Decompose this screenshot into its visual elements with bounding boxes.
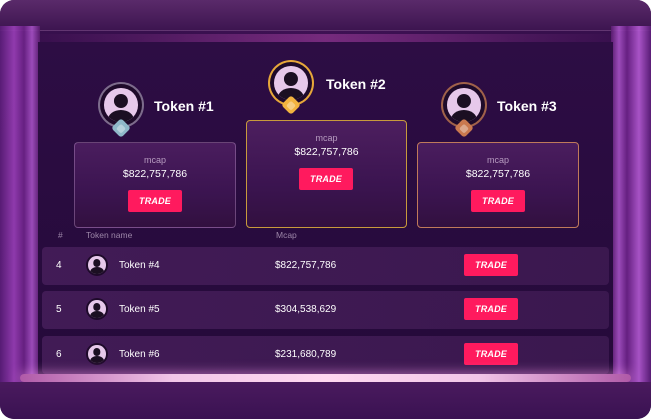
mcap-value: $822,757,786 — [465, 168, 531, 180]
trade-button[interactable]: TRADE — [464, 343, 518, 365]
trade-button[interactable]: TRADE — [299, 168, 353, 190]
podium-card-2: mcap $822,757,786 TRADE — [246, 120, 407, 228]
trade-button[interactable]: TRADE — [471, 190, 525, 212]
column-header-mcap: Mcap — [276, 230, 297, 240]
curtain-left — [0, 26, 40, 396]
row-token-name: Token #6 — [119, 349, 160, 360]
table-row[interactable]: 4 Token #4 $822,757,786 TRADE — [42, 247, 609, 285]
avatar — [86, 343, 108, 365]
user-silhouette-icon — [88, 345, 106, 363]
row-rank: 6 — [56, 349, 62, 360]
token-title: Token #2 — [326, 76, 386, 92]
user-silhouette-icon — [88, 256, 106, 274]
row-rank: 4 — [56, 260, 62, 271]
mcap-value: $822,757,786 — [122, 168, 188, 180]
user-silhouette-icon — [274, 66, 308, 100]
column-header-token-name: Token name — [86, 230, 133, 240]
row-token-name: Token #5 — [119, 304, 160, 315]
row-rank: 5 — [56, 304, 62, 315]
top-bar — [0, 0, 651, 31]
column-header-rank: # — [58, 230, 63, 240]
user-silhouette-icon — [447, 88, 481, 122]
podium-card-3: mcap $822,757,786 TRADE — [417, 142, 579, 228]
stage-top-light — [28, 34, 623, 42]
user-silhouette-icon — [88, 300, 106, 318]
mcap-label: mcap — [486, 155, 509, 165]
token-title: Token #1 — [154, 98, 214, 114]
podium-card-1: mcap $822,757,786 TRADE — [74, 142, 236, 228]
leaderboard-frame: mcap $822,757,786 TRADE mcap $822,757,78… — [0, 0, 651, 419]
mcap-label: mcap — [315, 133, 338, 143]
row-mcap: $304,538,629 — [275, 304, 337, 315]
token-title: Token #3 — [497, 98, 557, 114]
stage-bottom-light — [20, 374, 631, 382]
trade-button[interactable]: TRADE — [464, 298, 518, 320]
curtain-right — [611, 26, 651, 396]
table-row[interactable]: 6 Token #6 $231,680,789 TRADE — [42, 336, 609, 374]
user-silhouette-icon — [104, 88, 138, 122]
row-mcap: $822,757,786 — [275, 260, 337, 271]
mcap-value: $822,757,786 — [294, 146, 359, 158]
row-token-name: Token #4 — [119, 260, 160, 271]
trade-button[interactable]: TRADE — [128, 190, 182, 212]
avatar — [86, 298, 108, 320]
table-row[interactable]: 5 Token #5 $304,538,629 TRADE — [42, 291, 609, 329]
mcap-label: mcap — [143, 155, 166, 165]
avatar — [86, 254, 108, 276]
row-mcap: $231,680,789 — [275, 349, 337, 360]
trade-button[interactable]: TRADE — [464, 254, 518, 276]
floor — [0, 382, 651, 419]
